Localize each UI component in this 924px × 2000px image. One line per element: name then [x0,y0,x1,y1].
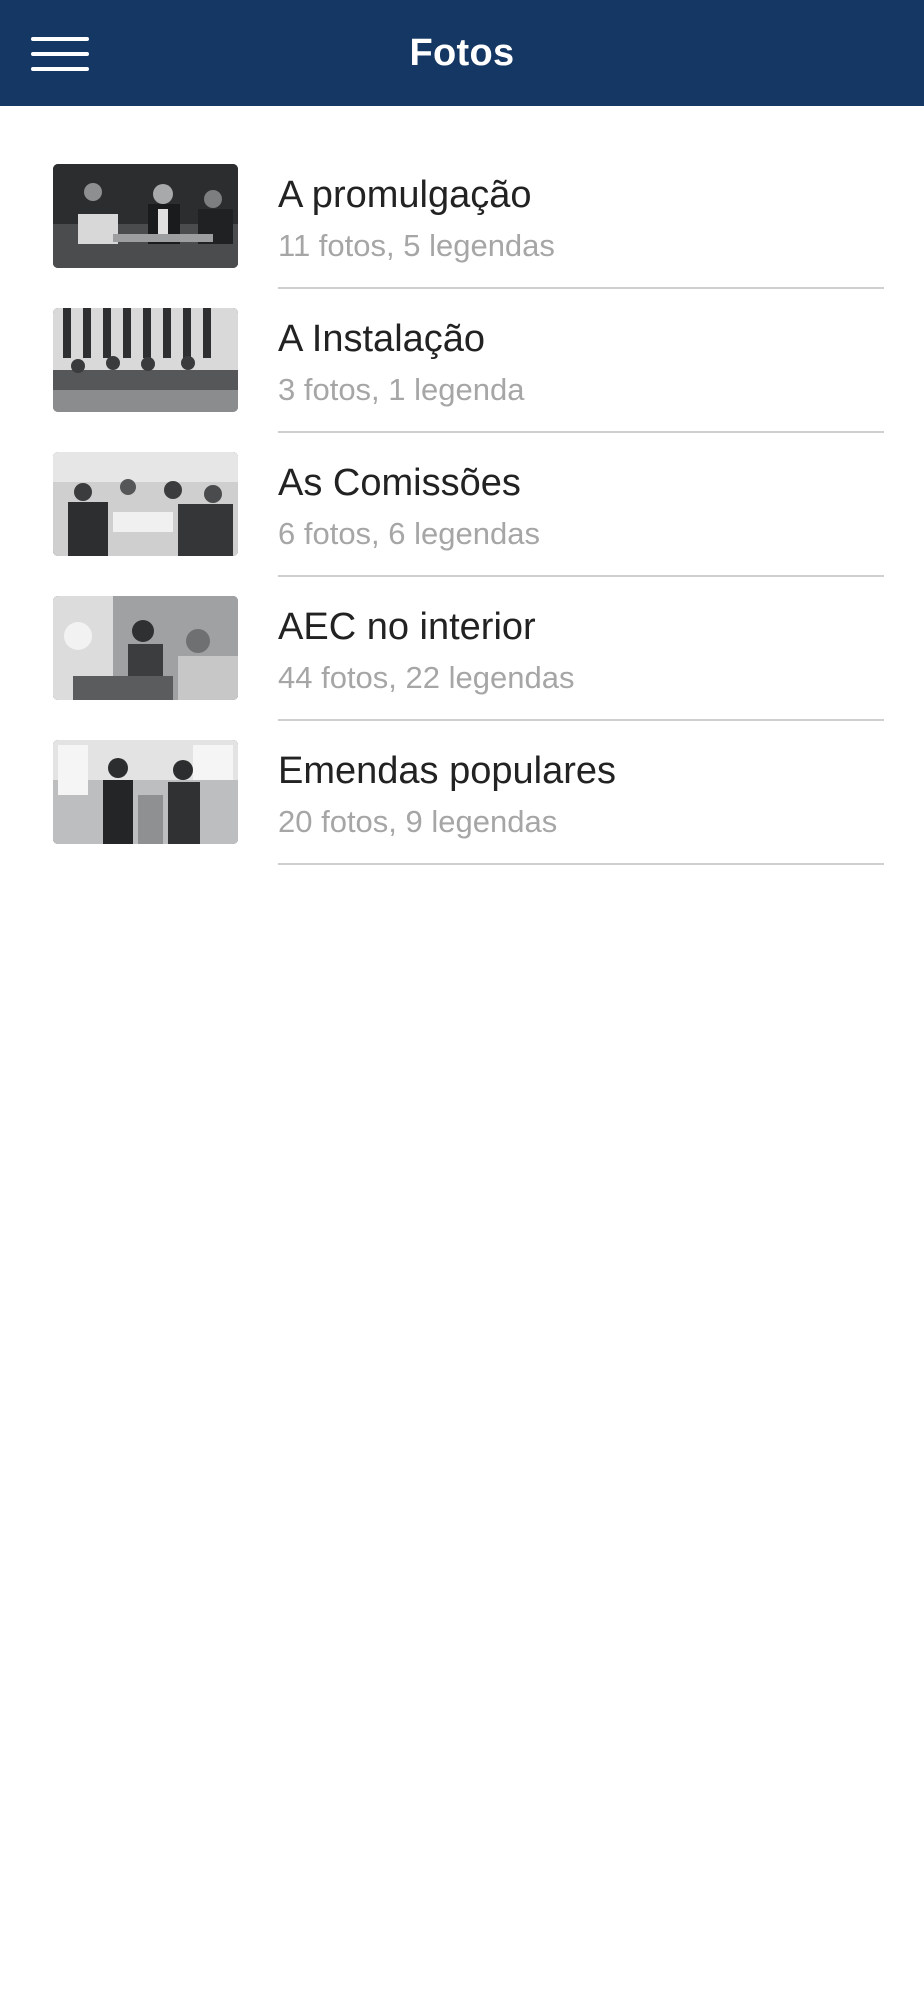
album-item-promulgacao[interactable]: A promulgação 11 fotos, 5 legendas [0,144,924,289]
album-info: As Comissões 6 fotos, 6 legendas [278,432,884,577]
album-thumbnail-image [53,596,238,700]
album-item-instalacao[interactable]: A Instalação 3 fotos, 1 legenda [0,288,924,433]
top-app-bar: Fotos [0,0,924,106]
album-meta: 44 fotos, 22 legendas [278,660,575,695]
album-info: A promulgação 11 fotos, 5 legendas [278,144,884,289]
menu-line [31,67,89,71]
album-title: AEC no interior [278,606,536,648]
album-meta: 3 fotos, 1 legenda [278,372,525,407]
album-thumbnail-image [53,308,238,412]
album-title: A promulgação [278,174,532,216]
album-meta: 6 fotos, 6 legendas [278,516,540,551]
album-info: Emendas populares 20 fotos, 9 legendas [278,720,884,865]
album-item-aec-interior[interactable]: AEC no interior 44 fotos, 22 legendas [0,576,924,721]
album-info: A Instalação 3 fotos, 1 legenda [278,288,884,433]
menu-line [31,37,89,41]
album-item-comissoes[interactable]: As Comissões 6 fotos, 6 legendas [0,432,924,577]
page-title: Fotos [409,31,515,74]
album-thumbnail-image [53,164,238,268]
album-title: A Instalação [278,318,486,360]
album-item-emendas-populares[interactable]: Emendas populares 20 fotos, 9 legendas [0,720,924,865]
menu-line [31,52,89,56]
album-thumbnail-image [53,740,238,844]
album-meta: 11 fotos, 5 legendas [278,228,555,263]
app-screen: Fotos A promulgação 11 fotos, 5 legendas… [0,0,924,2000]
album-thumbnail-image [53,452,238,556]
hamburger-menu-icon[interactable] [31,36,89,72]
album-info: AEC no interior 44 fotos, 22 legendas [278,576,884,721]
album-title: As Comissões [278,462,521,504]
album-title: Emendas populares [278,750,616,792]
album-list: A promulgação 11 fotos, 5 legendas A Ins… [0,106,924,865]
album-meta: 20 fotos, 9 legendas [278,804,558,839]
